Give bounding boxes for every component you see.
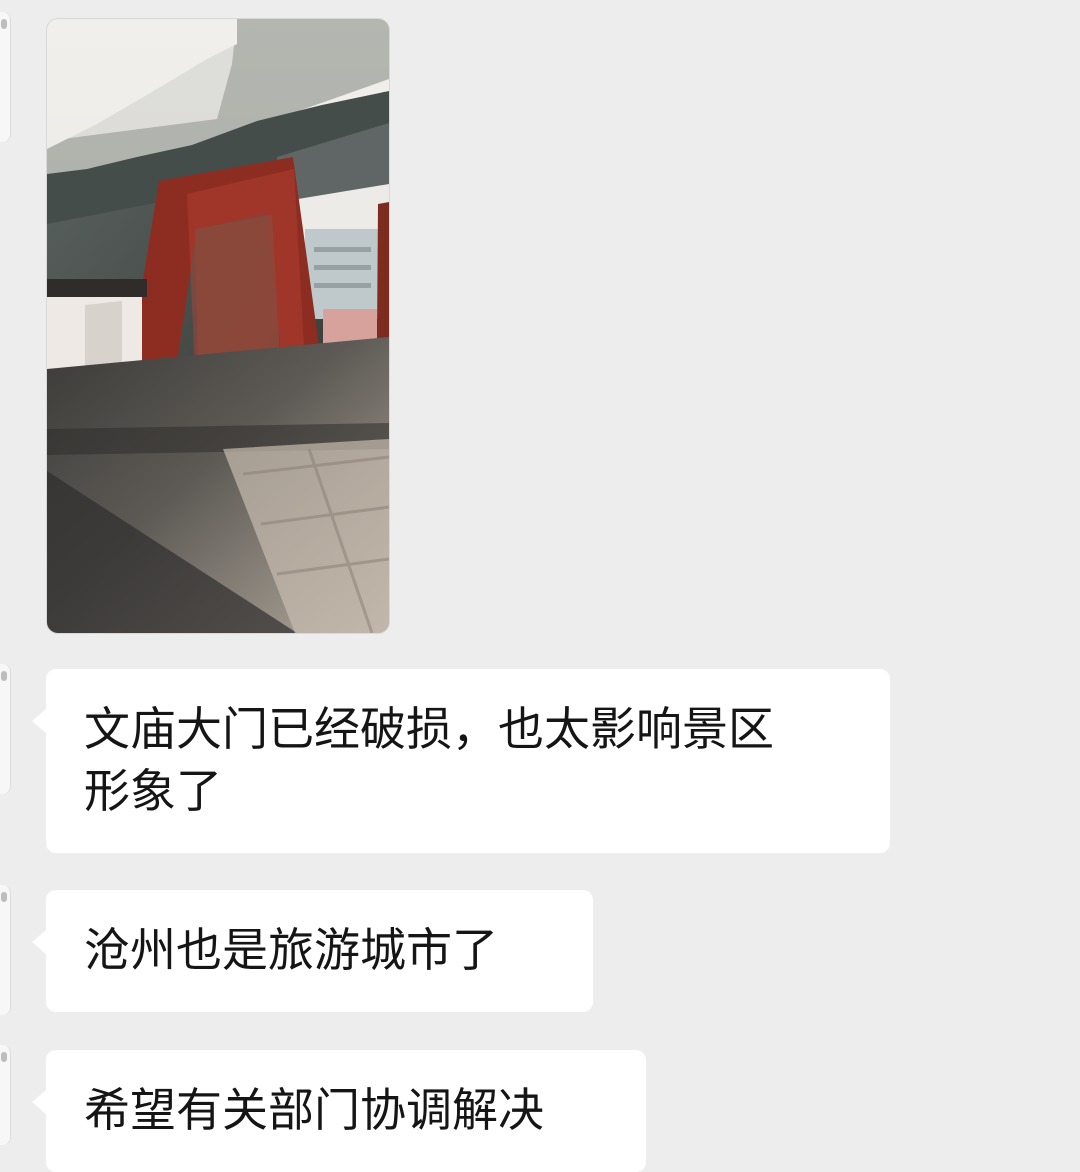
- avatar-edge-2: [0, 664, 11, 794]
- message-text-line: 形象了: [84, 764, 222, 818]
- message-bubble[interactable]: 文庙大门已经破损，也太影响景区 形象了: [32, 669, 890, 853]
- avatar-fragment-icon: [1, 1052, 7, 1062]
- avatar-edge-4: [0, 1045, 11, 1145]
- avatar-edge-3: [0, 885, 11, 1015]
- message-text-line: 沧州也是旅游城市了: [84, 923, 498, 977]
- avatar-fragment-icon: [1, 19, 7, 29]
- avatar-fragment-icon: [1, 671, 7, 681]
- message-bubble[interactable]: 沧州也是旅游城市了: [32, 890, 593, 1012]
- avatar-fragment-icon: [1, 892, 7, 902]
- message-text-line: 希望有关部门协调解决: [84, 1083, 544, 1137]
- avatar-edge-1: [0, 12, 11, 142]
- photo-message[interactable]: [46, 18, 390, 634]
- photo-icon: [47, 19, 389, 633]
- message-bubble[interactable]: 希望有关部门协调解决: [32, 1050, 646, 1172]
- message-text-line: 文庙大门已经破损，也太影响景区: [84, 702, 774, 756]
